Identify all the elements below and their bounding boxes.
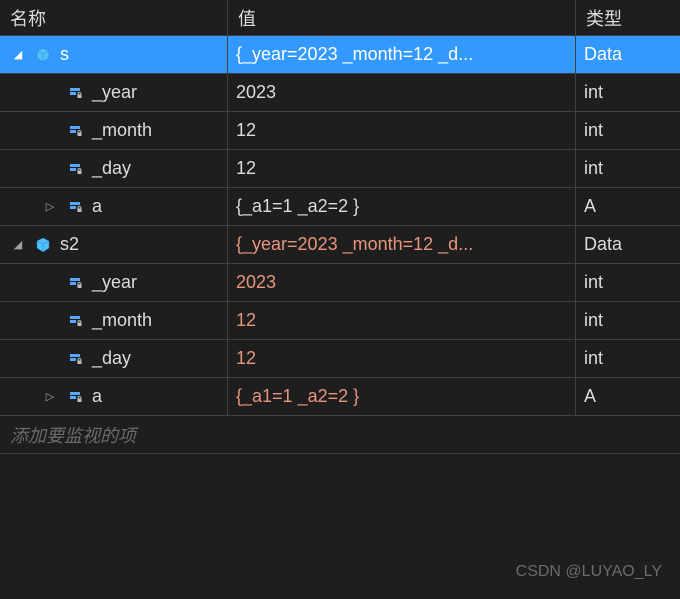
variable-name: a bbox=[92, 386, 102, 407]
watermark: CSDN @LUYAO_LY bbox=[516, 563, 662, 581]
name-cell[interactable]: ◢s bbox=[0, 36, 228, 73]
variable-type: int bbox=[584, 272, 603, 293]
object-icon bbox=[32, 47, 54, 63]
table-header: 名称 值 类型 bbox=[0, 0, 680, 36]
name-cell[interactable]: _day bbox=[0, 150, 228, 187]
variable-type: Data bbox=[584, 234, 622, 255]
type-cell: Data bbox=[576, 226, 680, 263]
variable-type: A bbox=[584, 196, 596, 217]
variable-value: {_year=2023 _month=12 _d... bbox=[236, 234, 473, 255]
variable-name: a bbox=[92, 196, 102, 217]
type-cell: int bbox=[576, 112, 680, 149]
table-row[interactable]: _day 12 int bbox=[0, 340, 680, 378]
table-row[interactable]: _year 2023 int bbox=[0, 74, 680, 112]
name-cell[interactable]: ▷a bbox=[0, 188, 228, 225]
type-cell: int bbox=[576, 74, 680, 111]
field-icon bbox=[64, 161, 86, 177]
variable-name: _day bbox=[92, 348, 131, 369]
type-cell: int bbox=[576, 264, 680, 301]
expander-collapsed-icon[interactable]: ▷ bbox=[42, 200, 58, 213]
value-cell[interactable]: 12 bbox=[228, 340, 576, 377]
value-cell[interactable]: 12 bbox=[228, 302, 576, 339]
table-row[interactable]: ▷a{_a1=1 _a2=2 }A bbox=[0, 378, 680, 416]
header-value[interactable]: 值 bbox=[228, 0, 576, 35]
value-cell[interactable]: {_year=2023 _month=12 _d... bbox=[228, 36, 576, 73]
type-cell: A bbox=[576, 188, 680, 225]
variable-value: {_year=2023 _month=12 _d... bbox=[236, 44, 473, 65]
variable-type: int bbox=[584, 348, 603, 369]
variable-type: Data bbox=[584, 44, 622, 65]
table-row[interactable]: _year 2023 int bbox=[0, 264, 680, 302]
name-cell[interactable]: _year bbox=[0, 74, 228, 111]
field-icon bbox=[64, 389, 86, 405]
expander-expanded-icon[interactable]: ◢ bbox=[10, 238, 26, 251]
type-cell: Data bbox=[576, 36, 680, 73]
table-row[interactable]: ◢s{_year=2023 _month=12 _d...Data bbox=[0, 36, 680, 74]
name-cell[interactable]: _year bbox=[0, 264, 228, 301]
type-cell: int bbox=[576, 302, 680, 339]
expander-collapsed-icon[interactable]: ▷ bbox=[42, 390, 58, 403]
watch-rows: ◢s{_year=2023 _month=12 _d...Data_year20… bbox=[0, 36, 680, 416]
name-cell[interactable]: ▷a bbox=[0, 378, 228, 415]
variable-name: _month bbox=[92, 310, 152, 331]
field-icon bbox=[64, 275, 86, 291]
object-icon bbox=[32, 237, 54, 253]
header-type[interactable]: 类型 bbox=[576, 0, 680, 35]
table-row[interactable]: _month 12 int bbox=[0, 302, 680, 340]
variable-type: int bbox=[584, 310, 603, 331]
field-icon bbox=[64, 199, 86, 215]
type-cell: A bbox=[576, 378, 680, 415]
variable-name: _month bbox=[92, 120, 152, 141]
value-cell[interactable]: 12 bbox=[228, 150, 576, 187]
variable-type: A bbox=[584, 386, 596, 407]
table-row[interactable]: _day 12 int bbox=[0, 150, 680, 188]
variable-name: _year bbox=[92, 82, 137, 103]
name-cell[interactable]: _month bbox=[0, 302, 228, 339]
value-cell[interactable]: 2023 bbox=[228, 74, 576, 111]
field-icon bbox=[64, 85, 86, 101]
name-cell[interactable]: ◢ s2 bbox=[0, 226, 228, 263]
variable-value: 2023 bbox=[236, 82, 276, 103]
table-row[interactable]: ◢ s2 {_year=2023 _month=12 _d... Data bbox=[0, 226, 680, 264]
value-cell[interactable]: 12 bbox=[228, 112, 576, 149]
variable-name: s2 bbox=[60, 234, 79, 255]
table-row[interactable]: ▷a{_a1=1 _a2=2 }A bbox=[0, 188, 680, 226]
value-cell[interactable]: 2023 bbox=[228, 264, 576, 301]
variable-name: _day bbox=[92, 158, 131, 179]
variable-value: {_a1=1 _a2=2 } bbox=[236, 196, 359, 217]
variable-type: int bbox=[584, 120, 603, 141]
variable-name: s bbox=[60, 44, 69, 65]
field-icon bbox=[64, 123, 86, 139]
value-cell[interactable]: {_a1=1 _a2=2 } bbox=[228, 378, 576, 415]
value-cell[interactable]: {_year=2023 _month=12 _d... bbox=[228, 226, 576, 263]
variable-value: 12 bbox=[236, 158, 256, 179]
variable-type: int bbox=[584, 82, 603, 103]
name-cell[interactable]: _month bbox=[0, 112, 228, 149]
name-cell[interactable]: _day bbox=[0, 340, 228, 377]
variable-value: 12 bbox=[236, 310, 256, 331]
variable-type: int bbox=[584, 158, 603, 179]
type-cell: int bbox=[576, 150, 680, 187]
table-row[interactable]: _month 12 int bbox=[0, 112, 680, 150]
add-watch-placeholder[interactable]: 添加要监视的项 bbox=[0, 416, 680, 454]
field-icon bbox=[64, 351, 86, 367]
value-cell[interactable]: {_a1=1 _a2=2 } bbox=[228, 188, 576, 225]
type-cell: int bbox=[576, 340, 680, 377]
variable-value: 2023 bbox=[236, 272, 276, 293]
variable-value: 12 bbox=[236, 348, 256, 369]
variable-name: _year bbox=[92, 272, 137, 293]
variable-value: {_a1=1 _a2=2 } bbox=[236, 386, 359, 407]
field-icon bbox=[64, 313, 86, 329]
header-name[interactable]: 名称 bbox=[0, 0, 228, 35]
variable-value: 12 bbox=[236, 120, 256, 141]
expander-expanded-icon[interactable]: ◢ bbox=[10, 48, 26, 61]
